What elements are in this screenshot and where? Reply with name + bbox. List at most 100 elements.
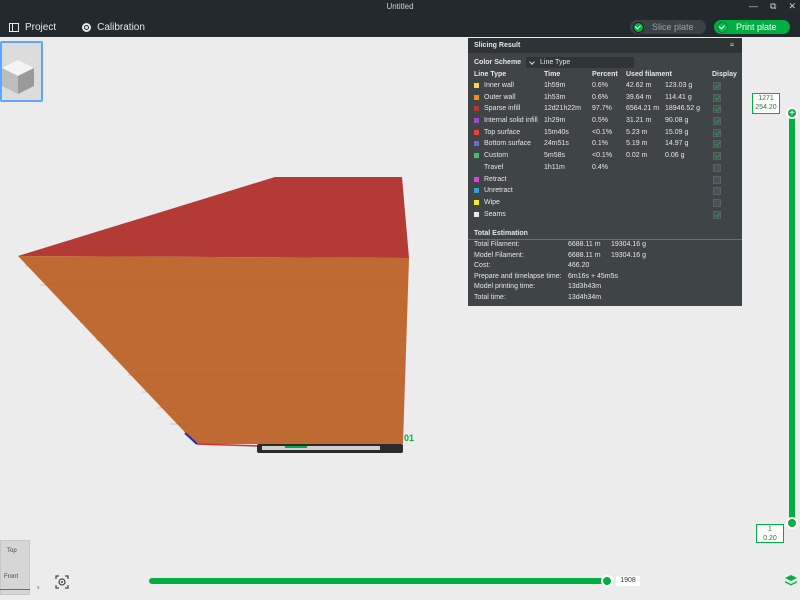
display-checkbox[interactable] (713, 140, 721, 149)
bottom-layer-label: 1 0.20 (756, 524, 784, 543)
color-swatch-icon (474, 188, 479, 194)
line-type-label: Unretract (484, 187, 513, 195)
sliced-model-side-face (18, 256, 409, 444)
project-tab[interactable]: Project (9, 22, 56, 33)
line-type-weight: 14.97 g (665, 140, 689, 148)
line-type-label: Outer wall (484, 93, 516, 101)
title-bar: Untitled — ⧉ ✕ Project Calibration Slice… (0, 0, 800, 37)
color-scheme-label: Color Scheme (474, 59, 522, 66)
line-type-length: 5.19 m (626, 140, 648, 148)
layers-button[interactable] (784, 574, 798, 588)
line-type-time: 12d21h22m (544, 105, 581, 113)
display-checkbox[interactable] (713, 117, 721, 126)
color-swatch-icon (474, 153, 479, 159)
move-slider-handle[interactable] (601, 575, 613, 587)
view-cube-top[interactable]: Top (7, 548, 17, 554)
line-type-time: 1h11m (544, 163, 565, 171)
total-label: Model printing time: (474, 283, 536, 291)
line-type-time: 1h53m (544, 93, 566, 101)
display-checkbox[interactable] (713, 82, 721, 90)
x-axis-indicator (0, 589, 30, 590)
line-type-name: Outer wall (474, 94, 516, 101)
slicing-result-panel: Slicing Result ≈ Color Scheme Line Type … (468, 38, 742, 306)
line-type-percent: 0.1% (592, 140, 608, 148)
line-type-row: Custom 5m58s <0.1% 0.02 m 0.06 g (468, 151, 742, 163)
layer-slider-bottom-handle[interactable] (786, 517, 798, 529)
display-checkbox[interactable] (713, 128, 721, 137)
line-type-percent: 97.7% (592, 105, 612, 113)
line-type-weight: 18946.52 g (665, 105, 701, 113)
line-type-weight: 123.03 g (665, 82, 693, 89)
display-checkbox[interactable] (713, 163, 721, 172)
print-dropdown-icon[interactable] (717, 21, 728, 33)
color-scheme-row: Color Scheme Line Type (468, 55, 742, 70)
line-type-label: Internal solid infill (484, 117, 538, 125)
total-value: 6688.11 m (568, 251, 601, 259)
header-time: Time (544, 71, 561, 78)
total-row: Total time: 13d4h34m (468, 293, 742, 304)
layers-icon (785, 575, 797, 586)
total-value: 13d3h43m (568, 283, 602, 291)
line-type-percent: 0.4% (592, 163, 608, 171)
color-swatch-icon (474, 199, 479, 205)
close-icon[interactable]: ✕ (788, 1, 796, 12)
calibration-icon (82, 22, 92, 32)
bottom-layer-number: 1 (768, 526, 772, 533)
slice-plate-label: Slice plate (652, 22, 694, 32)
line-type-header: Line Type Time Percent Used filament Dis… (468, 70, 742, 81)
slice-plate-button[interactable]: Slice plate (630, 20, 706, 34)
restore-icon[interactable]: ⧉ (770, 1, 776, 12)
line-type-label: Custom (484, 152, 509, 160)
move-slider-track[interactable] (149, 578, 610, 584)
print-plate-label: Print plate (736, 22, 777, 32)
color-scheme-select[interactable]: Line Type (526, 57, 634, 68)
color-swatch-icon (474, 118, 479, 124)
display-checkbox[interactable] (713, 198, 721, 207)
line-type-label: Travel (484, 163, 504, 171)
print-plate-button[interactable]: Print plate (714, 20, 790, 34)
layer-slider-top-handle[interactable]: + (786, 107, 798, 119)
minimize-icon[interactable]: — (749, 1, 758, 12)
line-type-time: 5m58s (544, 152, 566, 160)
window-title: Untitled (386, 2, 414, 11)
color-swatch-icon (474, 106, 479, 112)
layer-slider-track[interactable] (789, 114, 795, 524)
color-swatch-icon (474, 83, 479, 88)
line-type-percent: 0.6% (592, 93, 608, 101)
view-cube-front[interactable]: Front (4, 574, 18, 580)
color-swatch-icon (474, 211, 479, 217)
total-label: Prepare and timelapse time: (474, 272, 562, 280)
line-type-name: Retract (474, 176, 507, 183)
cube-thumbnail-icon (2, 60, 34, 94)
color-swatch-icon (474, 176, 479, 182)
line-type-percent: 0.6% (592, 82, 608, 89)
calibration-tab[interactable]: Calibration (82, 22, 145, 33)
line-type-name: Wipe (474, 199, 500, 206)
move-slider-value: 1908 (616, 576, 640, 586)
total-estimation-list: Total Filament: 6688.11 m 19304.16 g Mod… (468, 240, 742, 303)
display-checkbox[interactable] (713, 210, 721, 219)
view-cube[interactable]: Top Front (0, 540, 30, 595)
plate-thumbnail[interactable] (0, 41, 43, 102)
line-type-name: Bottom surface (474, 140, 531, 147)
window-controls: — ⧉ ✕ (749, 1, 796, 12)
line-type-row: Unretract (468, 186, 742, 198)
line-type-label: Inner wall (484, 82, 514, 89)
camera-focus-icon (55, 575, 69, 589)
display-checkbox[interactable] (713, 175, 721, 184)
sliced-model-top-face (18, 177, 409, 258)
fit-view-button[interactable] (54, 574, 70, 590)
display-checkbox[interactable] (713, 152, 721, 161)
collapse-icon[interactable]: ≈ (730, 42, 734, 49)
total-estimation-title: Total Estimation (468, 228, 742, 241)
display-checkbox[interactable] (713, 105, 721, 114)
slice-dropdown-icon[interactable] (633, 21, 644, 33)
top-layer-label: 1271 254.20 (752, 93, 780, 114)
top-layer-height: 254.20 (755, 104, 777, 111)
line-type-row: Bottom surface 24m51s 0.1% 5.19 m 14.97 … (468, 139, 742, 151)
line-type-row: Internal solid infill 1h29m 0.5% 31.21 m… (468, 116, 742, 128)
total-row: Model Filament: 6688.11 m 19304.16 g (468, 251, 742, 262)
display-checkbox[interactable] (713, 187, 721, 196)
bottom-layer-height: 0.20 (763, 535, 777, 542)
display-checkbox[interactable] (713, 93, 721, 102)
